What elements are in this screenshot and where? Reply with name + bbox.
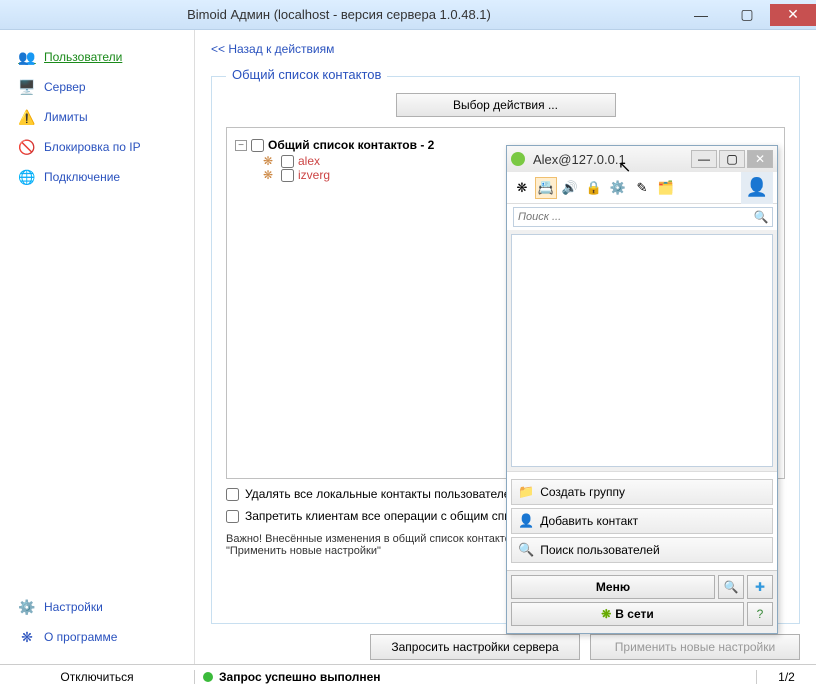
online-status-button[interactable]: ❋ В сети — [511, 602, 744, 626]
sidebar-item-connection[interactable]: 🌐 Подключение — [0, 162, 194, 192]
action-label: Добавить контакт — [540, 514, 638, 528]
toolbar-contacts-icon[interactable]: 📇 — [535, 177, 557, 199]
apply-settings-button[interactable]: Применить новые настройки — [590, 634, 800, 660]
contact-name: izverg — [298, 168, 330, 182]
sidebar-item-ipblock[interactable]: 🚫 Блокировка по IP — [0, 132, 194, 162]
info-icon: ❋ — [18, 628, 36, 646]
action-label: Создать группу — [540, 485, 625, 499]
window-title: Bimoid Админ (localhost - версия сервера… — [0, 7, 678, 22]
sidebar-label: Блокировка по IP — [44, 140, 141, 154]
sidebar-item-limits[interactable]: ⚠️ Лимиты — [0, 102, 194, 132]
client-window: Alex@127.0.0.1 — ▢ ✕ ❋ 📇 🔊 🔒 ⚙️ ✎ 🗂️ 👤 🔍… — [506, 145, 778, 634]
globe-icon: 🌐 — [18, 168, 36, 186]
delete-local-checkbox[interactable] — [226, 488, 239, 501]
client-window-title: Alex@127.0.0.1 — [533, 152, 689, 167]
create-group-button[interactable]: 📁 Создать группу — [511, 479, 773, 505]
sidebar: 👥 Пользователи 🖥️ Сервер ⚠️ Лимиты 🚫 Бло… — [0, 30, 195, 664]
sidebar-label: Сервер — [44, 80, 86, 94]
search-user-icon: 🔍 — [518, 542, 534, 558]
avatar-placeholder[interactable]: 👤 — [741, 172, 773, 204]
forbid-ops-checkbox[interactable] — [226, 510, 239, 523]
action-label: Поиск пользователей — [540, 543, 659, 557]
status-online-icon — [511, 152, 525, 166]
choose-action-button[interactable]: Выбор действия ... — [396, 93, 616, 117]
sidebar-label: Пользователи — [44, 50, 122, 64]
toolbar-windows-icon[interactable]: 🗂️ — [655, 177, 677, 199]
client-maximize-button[interactable]: ▢ — [719, 150, 745, 168]
title-bar: Bimoid Админ (localhost - версия сервера… — [0, 0, 816, 30]
client-bottom-bar: Меню 🔍 ✚ ❋ В сети ? — [507, 570, 777, 633]
online-label: В сети — [615, 607, 653, 621]
flower-icon: ❋ — [263, 168, 277, 182]
search-users-button[interactable]: 🔍 Поиск пользователей — [511, 537, 773, 563]
contact-checkbox[interactable] — [281, 169, 294, 182]
folder-add-icon: 📁 — [518, 484, 534, 500]
warning-icon: ⚠️ — [18, 108, 36, 126]
page-indicator: 1/2 — [756, 670, 816, 684]
sidebar-item-about[interactable]: ❋ О программе — [0, 622, 194, 652]
contact-checkbox[interactable] — [281, 155, 294, 168]
toolbar-edit-icon[interactable]: ✎ — [631, 177, 653, 199]
fieldset-legend: Общий список контактов — [226, 67, 387, 82]
client-actions: 📁 Создать группу 👤 Добавить контакт 🔍 По… — [507, 471, 777, 570]
close-button[interactable]: ✕ — [770, 4, 816, 26]
flower-status-icon: ❋ — [601, 607, 611, 621]
client-toolbar: ❋ 📇 🔊 🔒 ⚙️ ✎ 🗂️ 👤 — [507, 172, 777, 204]
client-minimize-button[interactable]: — — [691, 150, 717, 168]
client-contact-list[interactable] — [511, 234, 773, 467]
bottom-buttons: Запросить настройки сервера Применить но… — [211, 634, 800, 660]
sidebar-label: Подключение — [44, 170, 120, 184]
disconnect-link[interactable]: Отключиться — [0, 670, 195, 684]
toolbar-lock-icon[interactable]: 🔒 — [583, 177, 605, 199]
minimize-button[interactable]: — — [678, 4, 724, 26]
client-search-input[interactable] — [513, 207, 773, 227]
tree-root-label: Общий список контактов - 2 — [268, 138, 434, 152]
server-icon: 🖥️ — [18, 78, 36, 96]
client-search-bar: 🔍 — [507, 204, 777, 230]
search-small-button[interactable]: 🔍 — [718, 575, 744, 599]
person-add-icon: 👤 — [518, 513, 534, 529]
status-dot-icon — [203, 672, 213, 682]
sidebar-item-settings[interactable]: ⚙️ Настройки — [0, 592, 194, 622]
search-icon[interactable]: 🔍 — [751, 210, 771, 224]
toolbar-gear-icon[interactable]: ⚙️ — [607, 177, 629, 199]
toolbar-flower-icon[interactable]: ❋ — [511, 177, 533, 199]
back-link[interactable]: << Назад к действиям — [211, 42, 334, 56]
sidebar-label: О программе — [44, 630, 117, 644]
sidebar-label: Лимиты — [44, 110, 88, 124]
sidebar-item-server[interactable]: 🖥️ Сервер — [0, 72, 194, 102]
contact-name: alex — [298, 154, 320, 168]
add-contact-button[interactable]: 👤 Добавить контакт — [511, 508, 773, 534]
maximize-button[interactable]: ▢ — [724, 4, 770, 26]
gear-icon: ⚙️ — [18, 598, 36, 616]
users-icon: 👥 — [18, 48, 36, 66]
menu-button[interactable]: Меню — [511, 575, 715, 599]
status-message: Запрос успешно выполнен — [219, 670, 381, 684]
add-small-button[interactable]: ✚ — [747, 575, 773, 599]
client-title-bar[interactable]: Alex@127.0.0.1 — ▢ ✕ — [507, 146, 777, 172]
request-settings-button[interactable]: Запросить настройки сервера — [370, 634, 580, 660]
client-close-button[interactable]: ✕ — [747, 150, 773, 168]
checkbox-label: Удалять все локальные контакты пользоват… — [245, 487, 517, 501]
checkbox-label: Запретить клиентам все операции с общим … — [245, 509, 537, 523]
status-message-area: Запрос успешно выполнен — [195, 670, 756, 684]
window-controls: — ▢ ✕ — [678, 4, 816, 26]
flower-icon: ❋ — [263, 154, 277, 168]
sidebar-item-users[interactable]: 👥 Пользователи — [0, 42, 194, 72]
collapse-icon[interactable]: − — [235, 140, 247, 151]
status-bar: Отключиться Запрос успешно выполнен 1/2 — [0, 664, 816, 689]
sidebar-label: Настройки — [44, 600, 103, 614]
help-button[interactable]: ? — [747, 602, 773, 626]
block-icon: 🚫 — [18, 138, 36, 156]
toolbar-sound-icon[interactable]: 🔊 — [559, 177, 581, 199]
root-checkbox[interactable] — [251, 139, 264, 152]
